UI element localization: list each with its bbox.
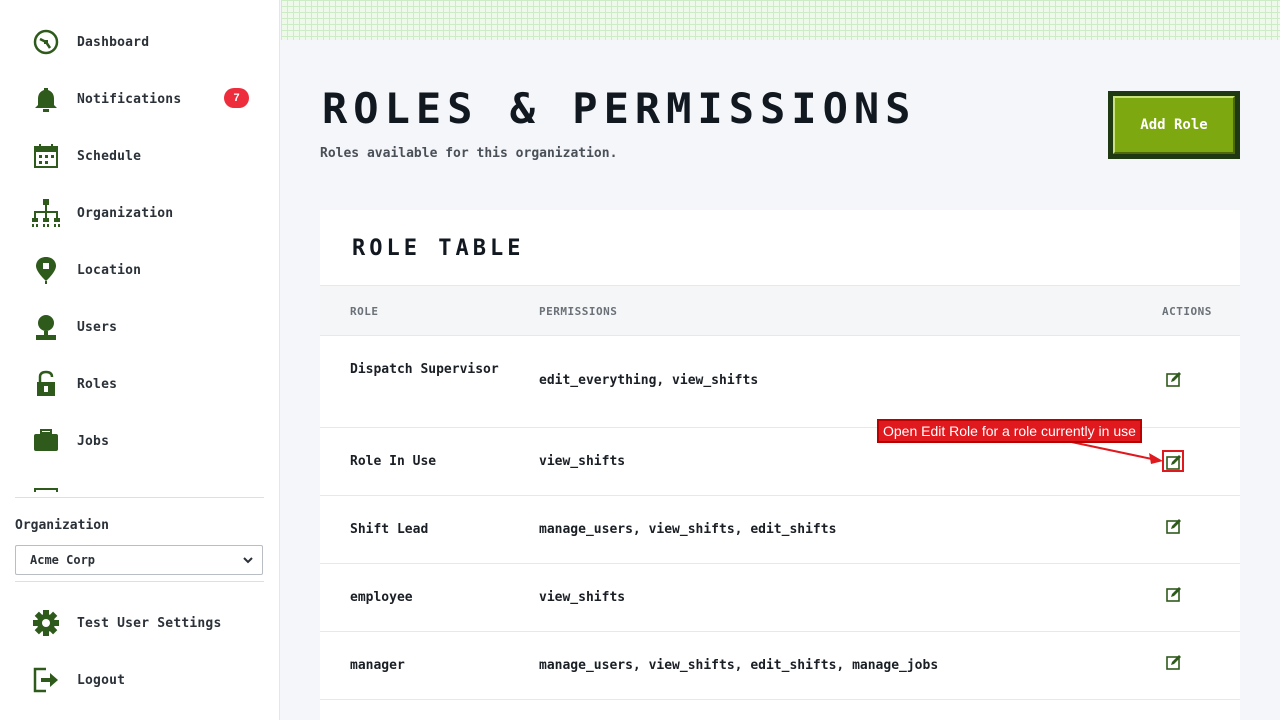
sidebar-nav: Dashboard Notifications 7 Schedule Organ… bbox=[0, 0, 280, 492]
sidebar-item-dashboard[interactable]: Dashboard bbox=[30, 22, 250, 62]
logout-icon bbox=[30, 664, 62, 696]
briefcase-icon bbox=[30, 425, 62, 457]
chevron-down-icon bbox=[242, 554, 254, 569]
sidebar-item-notifications[interactable]: Notifications 7 bbox=[30, 79, 250, 119]
table-header: ROLE PERMISSIONS ACTIONS bbox=[320, 285, 1240, 336]
role-permissions: view_shifts bbox=[539, 454, 626, 469]
dashboard-icon bbox=[30, 26, 62, 58]
edit-role-button[interactable] bbox=[1164, 584, 1184, 604]
sidebar-item-jobs[interactable]: Jobs bbox=[30, 421, 250, 461]
role-name: Shift Lead bbox=[350, 522, 429, 537]
add-role-button-label: Add Role bbox=[1113, 96, 1235, 154]
add-role-button[interactable]: Add Role bbox=[1108, 91, 1240, 159]
table-row: Dispatch Supervisor edit_everything, vie… bbox=[320, 336, 1240, 428]
role-permissions: manage_users, view_shifts, edit_shifts bbox=[539, 522, 837, 537]
sidebar-divider bbox=[15, 581, 264, 582]
org-chart-icon bbox=[30, 197, 62, 229]
organization-select-value: Acme Corp bbox=[30, 553, 96, 567]
test-user-settings-label: Test User Settings bbox=[77, 615, 222, 631]
sidebar-item-label: Notifications bbox=[77, 91, 182, 107]
notification-count-badge: 7 bbox=[224, 88, 249, 108]
user-icon bbox=[30, 311, 62, 343]
column-header-role: ROLE bbox=[350, 305, 379, 318]
calendar-icon bbox=[30, 140, 62, 172]
sidebar-item-users[interactable]: Users bbox=[30, 307, 250, 347]
role-permissions: manage_users, view_shifts, edit_shifts, … bbox=[539, 658, 939, 673]
role-table-card: Role Table ROLE PERMISSIONS ACTIONS Disp… bbox=[320, 210, 1240, 720]
annotation-highlight-box bbox=[1162, 450, 1184, 472]
role-permissions: view_shifts bbox=[539, 590, 626, 605]
sidebar-item-location[interactable]: Location bbox=[30, 250, 250, 290]
logout-label: Logout bbox=[77, 672, 126, 688]
sidebar-item-label: Schedule bbox=[77, 148, 142, 164]
table-row: manager manage_users, view_shifts, edit_… bbox=[320, 632, 1240, 700]
gear-icon bbox=[30, 607, 62, 639]
role-name: Dispatch Supervisor bbox=[350, 362, 499, 377]
table-row: Shift Lead manage_users, view_shifts, ed… bbox=[320, 496, 1240, 564]
lock-icon bbox=[30, 368, 62, 400]
role-name: Role In Use bbox=[350, 454, 437, 469]
bell-icon bbox=[30, 83, 62, 115]
role-table-title: Role Table bbox=[352, 236, 525, 261]
page-subtitle: Roles available for this organization. bbox=[320, 146, 618, 161]
sidebar-item-organization[interactable]: Organization bbox=[30, 193, 250, 233]
column-header-actions: ACTIONS bbox=[1162, 305, 1212, 318]
location-pin-icon bbox=[30, 254, 62, 286]
sidebar-item-roles[interactable]: Roles bbox=[30, 364, 250, 404]
sidebar: Dashboard Notifications 7 Schedule Organ… bbox=[0, 0, 280, 720]
edit-icon bbox=[1166, 655, 1181, 670]
sidebar-item-label: Dashboard bbox=[77, 34, 150, 50]
annotation-label: Open Edit Role for a role currently in u… bbox=[877, 419, 1142, 443]
sidebar-item-label: Users bbox=[77, 319, 118, 335]
edit-role-button[interactable] bbox=[1164, 369, 1184, 389]
sidebar-item-label: Jobs bbox=[77, 433, 110, 449]
decorative-grid-strip bbox=[281, 0, 1280, 40]
page-title: Roles & Permissions bbox=[322, 84, 917, 133]
sidebar-item-label: Organization bbox=[77, 205, 174, 221]
test-user-settings-link[interactable]: Test User Settings bbox=[30, 603, 250, 643]
edit-icon bbox=[1166, 372, 1181, 387]
column-header-permissions: PERMISSIONS bbox=[539, 305, 618, 318]
sidebar-item-label: Location bbox=[77, 262, 142, 278]
logout-link[interactable]: Logout bbox=[30, 660, 250, 700]
table-row: employee view_shifts bbox=[320, 564, 1240, 632]
role-permissions: edit_everything, view_shifts bbox=[539, 373, 759, 388]
edit-icon bbox=[1166, 587, 1181, 602]
role-name: employee bbox=[350, 590, 413, 605]
sidebar-item-schedule[interactable]: Schedule bbox=[30, 136, 250, 176]
edit-icon bbox=[1166, 519, 1181, 534]
organization-label: Organization bbox=[15, 518, 109, 533]
edit-role-button[interactable] bbox=[1164, 516, 1184, 536]
organization-select[interactable]: Acme Corp bbox=[15, 545, 263, 575]
role-name: manager bbox=[350, 658, 405, 673]
sidebar-item-label: Roles bbox=[77, 376, 118, 392]
sidebar-divider bbox=[15, 497, 264, 498]
partially-hidden-nav-icon bbox=[34, 488, 58, 492]
edit-role-button[interactable] bbox=[1164, 652, 1184, 672]
